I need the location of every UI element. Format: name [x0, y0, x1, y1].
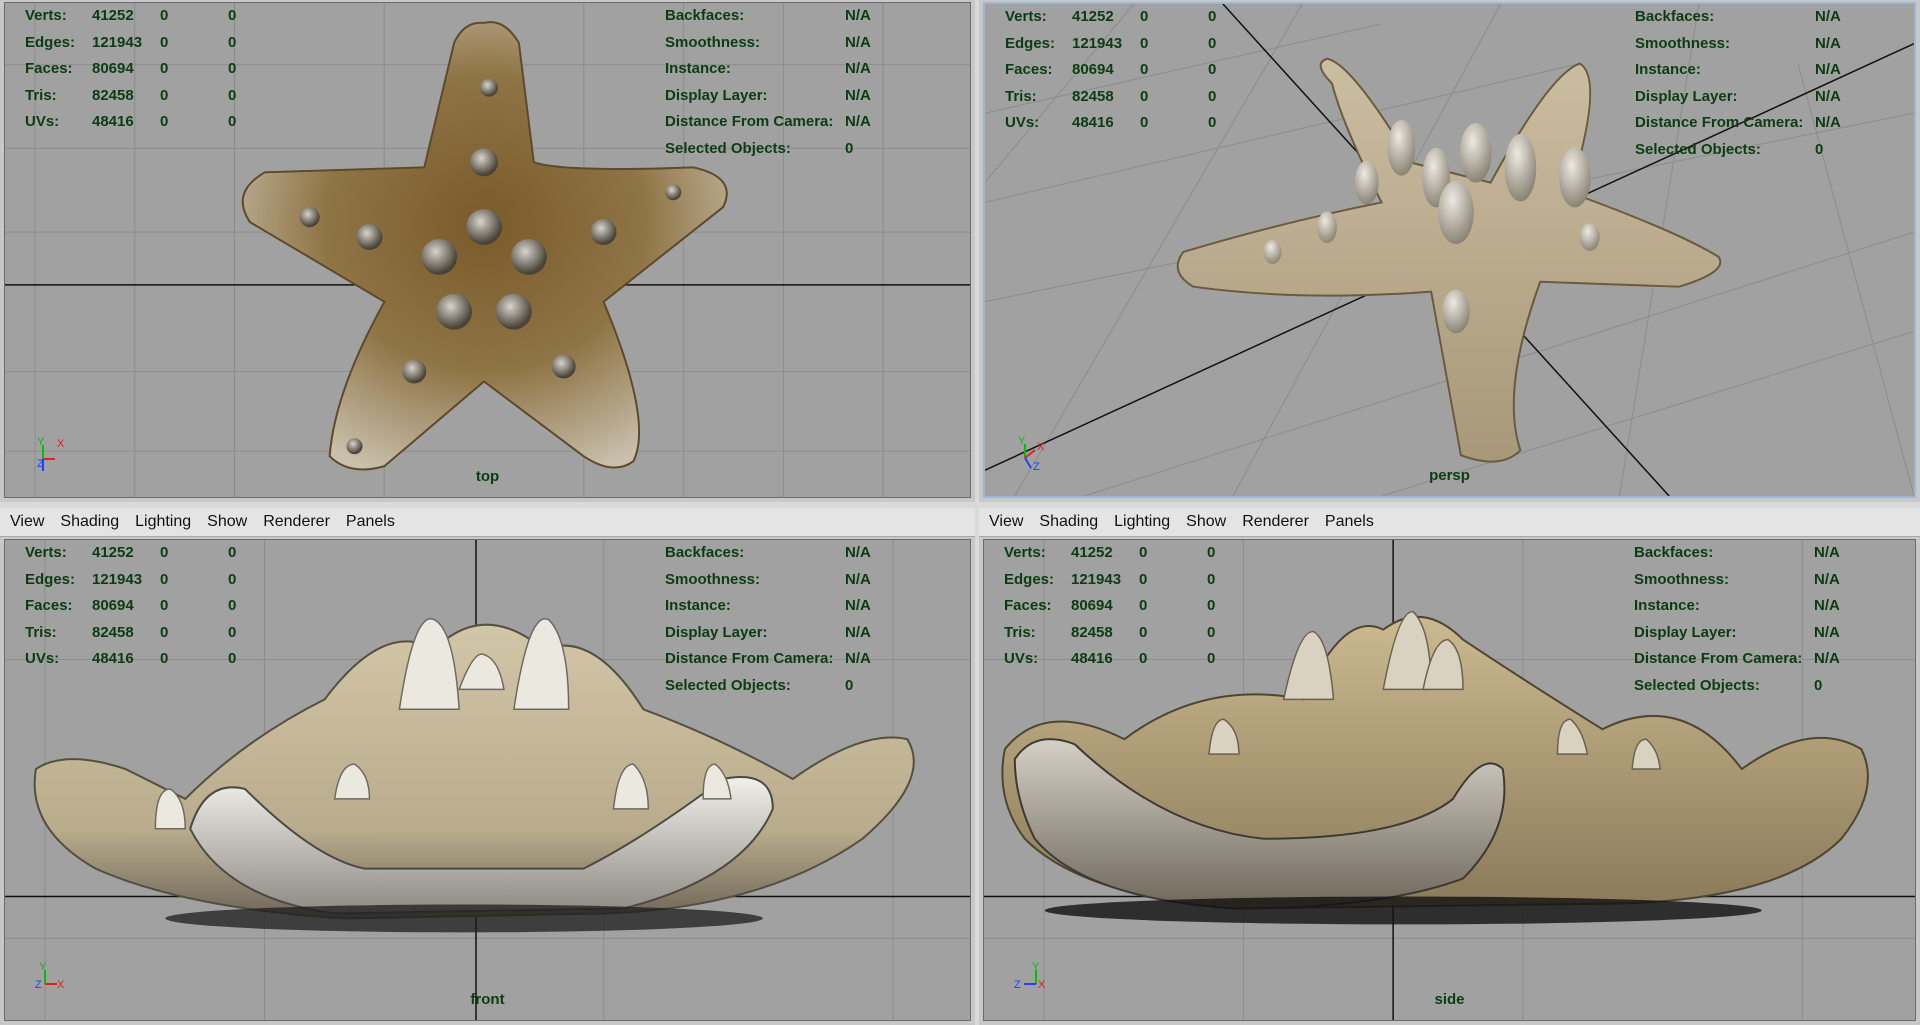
- camera-label: front: [470, 991, 505, 1008]
- hud-poly-count: Verts: 41252 0 0 Edges: 121943 0 0 Faces: 80694…: [1004, 544, 1216, 667]
- menu-panels[interactable]: Panels: [344, 511, 397, 533]
- menu-shading[interactable]: Shading: [58, 511, 121, 533]
- camera-label: persp: [1429, 467, 1470, 484]
- menu-lighting[interactable]: Lighting: [133, 511, 193, 533]
- menu-view[interactable]: View: [987, 511, 1025, 533]
- axis-gizmo-icon: Y X Z: [37, 436, 65, 471]
- menu-renderer[interactable]: Renderer: [261, 511, 332, 533]
- viewport-top[interactable]: Verts: 41252 0 0 Edges: 121943 0 0 Faces: 80694…: [4, 2, 971, 498]
- menu-panels[interactable]: Panels: [1323, 511, 1376, 533]
- menu-lighting[interactable]: Lighting: [1112, 511, 1172, 533]
- svg-text:Y: Y: [37, 436, 45, 448]
- hud-object-details: Backfaces: N/A Smoothness: N/A Instance: N/…: [665, 7, 871, 157]
- menu-renderer[interactable]: Renderer: [1240, 511, 1311, 533]
- svg-text:X: X: [57, 438, 65, 450]
- svg-text:Z: Z: [35, 979, 42, 991]
- svg-text:Z: Z: [1014, 979, 1021, 991]
- panel-menubar: View Shading Lighting Show Renderer Pane…: [979, 508, 1920, 537]
- viewport-persp[interactable]: Verts: 41252 0 0 Edges: 121943 0 0 Faces: 80694…: [983, 2, 1916, 498]
- hud-object-details: Backfaces: N/A Smoothness: N/A Instance: N/…: [665, 544, 871, 694]
- viewport-panel-front: View Shading Lighting Show Renderer Pane…: [0, 508, 975, 1025]
- hud-poly-count: Verts: 41252 0 0 Edges: 121943 0 0 Faces: 80694…: [25, 544, 237, 667]
- svg-text:Y: Y: [1018, 435, 1026, 447]
- hud-object-details: Backfaces: N/A Smoothness: N/A Instance: N/…: [1635, 8, 1841, 158]
- viewport-panel-side: View Shading Lighting Show Renderer Pane…: [979, 508, 1920, 1025]
- svg-text:X: X: [57, 979, 65, 991]
- panel-menubar: View Shading Lighting Show Renderer Pane…: [0, 508, 975, 537]
- menu-show[interactable]: Show: [1184, 511, 1228, 533]
- axis-gizmo-icon: Y Z X: [1014, 961, 1046, 991]
- axis-gizmo-icon: Y Z X: [35, 961, 65, 991]
- svg-text:X: X: [1038, 979, 1046, 991]
- hud-poly-count: Verts: 41252 0 0 Edges: 121943 0 0 Faces: 80694…: [1005, 8, 1217, 131]
- menu-view[interactable]: View: [8, 511, 46, 533]
- viewport-front[interactable]: Verts: 41252 0 0 Edges: 121943 0 0 Faces: 80694…: [4, 539, 971, 1021]
- svg-text:Z: Z: [37, 458, 44, 470]
- axis-gizmo-icon: Y X Z: [1018, 435, 1045, 473]
- svg-text:Y: Y: [39, 961, 47, 973]
- hud-poly-count: Verts: 41252 0 0 Edges: 121943 0 0 Faces: 80694…: [25, 7, 237, 130]
- camera-label: side: [1434, 991, 1465, 1008]
- hud-object-details: Backfaces: N/A Smoothness: N/A Instance: N/…: [1634, 544, 1840, 694]
- svg-text:Z: Z: [1033, 461, 1040, 473]
- viewport-panel-persp: Verts: 41252 0 0 Edges: 121943 0 0 Faces: 80694…: [979, 0, 1920, 502]
- viewport-side[interactable]: Verts: 41252 0 0 Edges: 121943 0 0 Faces: 80694…: [983, 539, 1916, 1021]
- svg-text:X: X: [1037, 441, 1045, 453]
- menu-shading[interactable]: Shading: [1037, 511, 1100, 533]
- camera-label: top: [475, 468, 500, 485]
- menu-show[interactable]: Show: [205, 511, 249, 533]
- viewport-panel-top: Verts: 41252 0 0 Edges: 121943 0 0 Faces: 80694…: [0, 0, 975, 502]
- svg-text:Y: Y: [1032, 961, 1040, 973]
